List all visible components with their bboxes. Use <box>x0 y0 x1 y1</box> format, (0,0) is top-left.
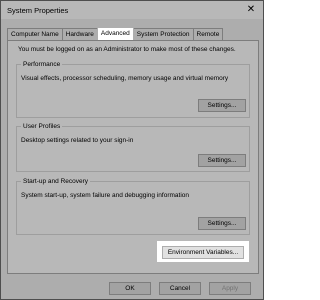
user-profiles-title: User Profiles <box>21 123 63 130</box>
close-icon[interactable]: ✕ <box>243 3 259 17</box>
performance-settings-button[interactable]: Settings... <box>198 99 246 112</box>
tab-strip: Computer Name Hardware Advanced System P… <box>7 27 224 40</box>
apply-button[interactable]: Apply <box>209 282 251 295</box>
performance-description: Visual effects, processor scheduling, me… <box>21 75 229 82</box>
advanced-tab-panel: You must be logged on as an Administrato… <box>7 40 259 274</box>
ok-button[interactable]: OK <box>109 282 151 295</box>
tab-advanced[interactable]: Advanced <box>96 27 134 40</box>
tab-remote[interactable]: Remote <box>192 28 224 40</box>
startup-recovery-title: Start-up and Recovery <box>21 178 91 185</box>
admin-note: You must be logged on as an Administrato… <box>18 46 236 53</box>
cancel-button[interactable]: Cancel <box>159 282 201 295</box>
startup-recovery-settings-button[interactable]: Settings... <box>198 217 246 230</box>
startup-recovery-description: System start-up, system failure and debu… <box>21 192 190 199</box>
window-title: System Properties <box>7 6 69 15</box>
environment-variables-label: Environment Variables... <box>162 246 244 259</box>
tab-system-protection[interactable]: System Protection <box>132 28 194 40</box>
performance-title: Performance <box>21 61 63 68</box>
startup-recovery-group: Start-up and Recovery System start-up, s… <box>16 178 250 235</box>
user-profiles-description: Desktop settings related to your sign-in <box>21 137 134 144</box>
title-bar: System Properties ✕ <box>1 1 263 19</box>
environment-variables-button[interactable]: Environment Variables... <box>161 245 245 259</box>
tab-hardware[interactable]: Hardware <box>61 28 98 40</box>
tab-computer-name[interactable]: Computer Name <box>7 28 63 40</box>
performance-group: Performance Visual effects, processor sc… <box>16 61 250 118</box>
